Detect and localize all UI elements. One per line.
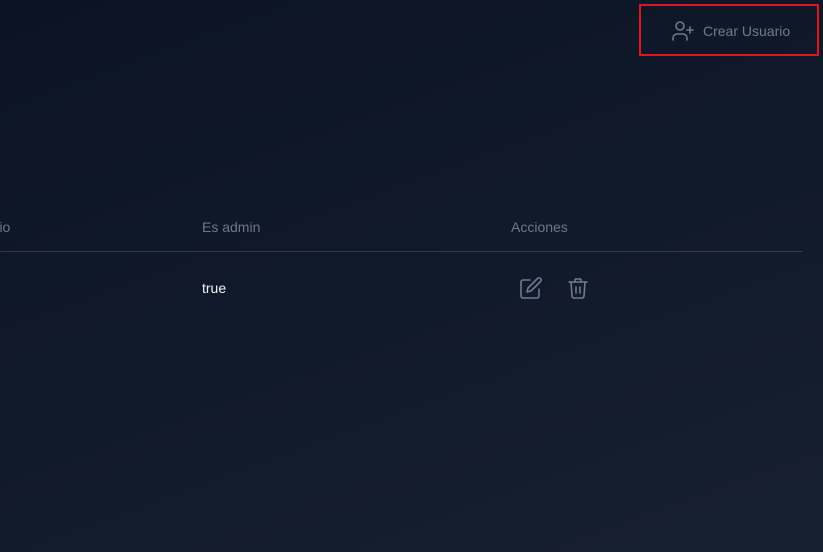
create-user-button[interactable]: Crear Usuario [671, 19, 790, 43]
cell-es-admin: true [202, 280, 227, 296]
column-header-es-admin: Es admin [202, 219, 261, 235]
table-header-divider [0, 251, 803, 252]
edit-icon[interactable] [519, 276, 543, 300]
user-plus-icon [671, 19, 695, 43]
column-header-usuario: ario [0, 219, 11, 235]
trash-icon[interactable] [566, 276, 590, 300]
create-user-highlight: Crear Usuario [639, 4, 819, 56]
column-header-acciones: Acciones [511, 219, 568, 235]
create-user-label: Crear Usuario [703, 23, 791, 39]
